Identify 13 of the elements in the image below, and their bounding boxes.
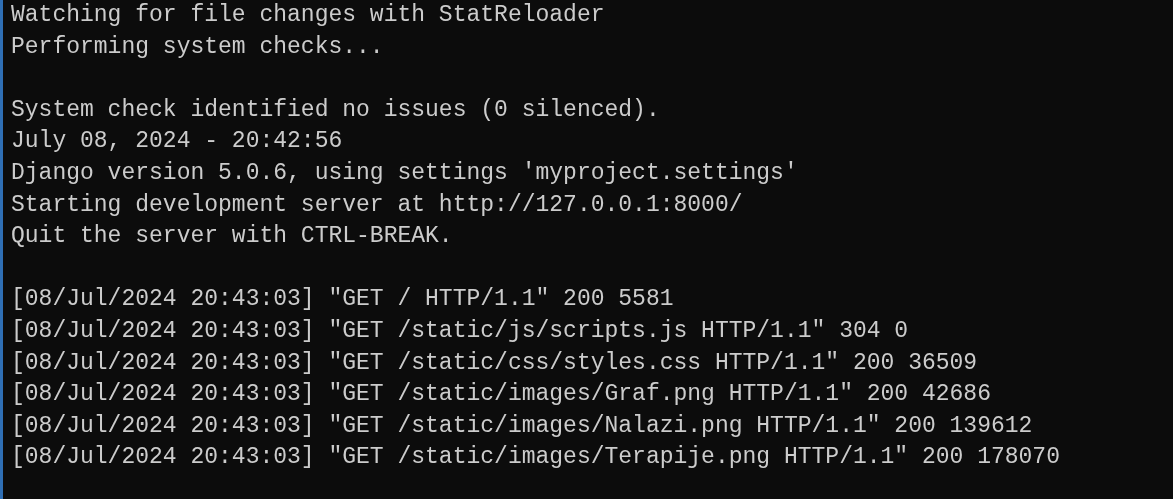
console-line: System check identified no issues (0 silenced). (11, 95, 660, 125)
console-line: Quit the server with CTRL-BREAK. (11, 222, 453, 252)
console-line: Performing system checks... (11, 32, 384, 62)
console-line: Watching for file changes with StatReloader (11, 1, 605, 30)
console-line: [08/Jul/2024 20:43:03] "GET /static/js/scripts.js HTTP/1.1" 304 0 (11, 316, 909, 346)
console-line: [08/Jul/2024 20:43:03] "GET / HTTP/1.1" 200 5581 (11, 285, 674, 315)
console-line: [08/Jul/2024 20:43:03] "GET /static/images/Nalazi.png HTTP/1.1" 200 139612 (11, 411, 1033, 441)
console-line: [08/Jul/2024 20:43:03] "GET /static/images/Graf.png HTTP/1.1" 200 42686 (11, 380, 991, 410)
console-line: [08/Jul/2024 20:43:03] "GET /static/css/styles.css HTTP/1.1" 200 36509 (11, 348, 978, 378)
console-line: [08/Jul/2024 20:43:03] "GET /static/images/Terapije.png HTTP/1.1" 200 178070 (11, 443, 1060, 473)
console-line: Django version 5.0.6, using settings 'myproject.settings' (11, 158, 798, 188)
console-line: Starting development server at http://127.0.0.1:8000/ (11, 190, 743, 220)
console-line: July 08, 2024 - 20:42:56 (11, 127, 343, 157)
